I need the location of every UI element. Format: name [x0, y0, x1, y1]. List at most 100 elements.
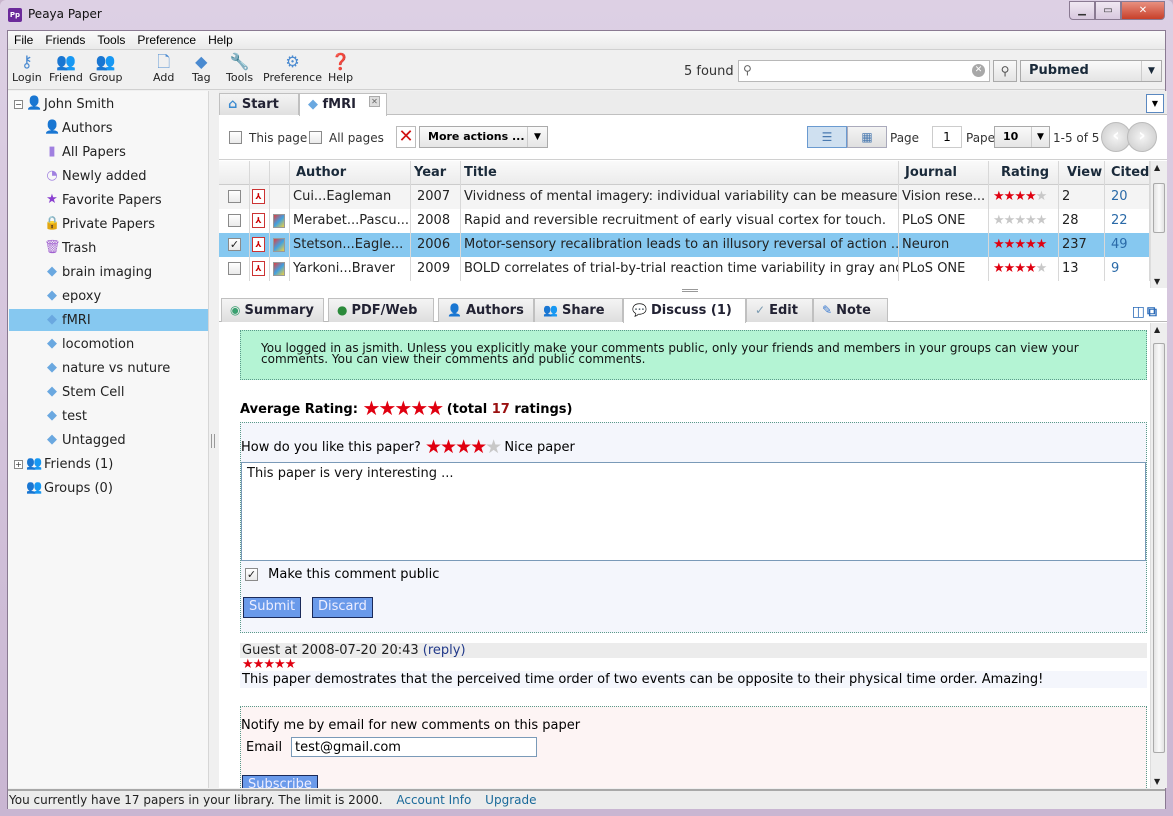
expand-toggle[interactable]: +	[14, 460, 23, 469]
sidebar-item-epoxy[interactable]: ◆ epoxy	[44, 285, 101, 307]
sidebar-item-authors[interactable]: 👤 Authors	[44, 117, 113, 139]
grid-view-button[interactable]: ▦	[847, 126, 887, 148]
upgrade-link[interactable]: Upgrade	[485, 793, 536, 807]
scroll-down-icon[interactable]: ▼	[1154, 777, 1160, 786]
tab-start[interactable]: ⌂ Start	[219, 93, 299, 115]
per-page-select[interactable]: 10 ▼	[994, 126, 1050, 148]
cell-cited[interactable]: 22	[1105, 209, 1150, 233]
all-pages-checkbox[interactable]	[309, 131, 322, 144]
discard-button[interactable]: Discard	[312, 597, 373, 618]
cell-cited[interactable]: 9	[1105, 257, 1150, 281]
cell-rating[interactable]: ★★★★★	[989, 233, 1059, 257]
search-input[interactable]: ⚲ ✕	[738, 60, 990, 82]
submit-button[interactable]: Submit	[243, 597, 302, 618]
row-checkbox[interactable]	[228, 214, 241, 227]
column-year[interactable]: Year	[411, 161, 461, 185]
menu-file[interactable]: File	[8, 31, 39, 49]
tree-groups[interactable]: 👥 Groups (0)	[26, 477, 113, 499]
menu-friends[interactable]: Friends	[39, 31, 91, 49]
sidebar-item-favorite-papers[interactable]: ★ Favorite Papers	[44, 189, 162, 211]
row-checkbox[interactable]	[228, 190, 241, 203]
cell-rating[interactable]: ★★★★★	[989, 257, 1059, 281]
sidebar-item-locomotion[interactable]: ◆ locomotion	[44, 333, 134, 355]
sidebar-item-private-papers[interactable]: 🔒 Private Papers	[44, 213, 155, 235]
cell-rating[interactable]: ★★★★★	[989, 209, 1059, 233]
tab-list-dropdown[interactable]: ▼	[1146, 94, 1164, 113]
scrollbar-thumb[interactable]	[1153, 343, 1165, 753]
comment-textarea[interactable]: This paper is very interesting ...	[241, 462, 1146, 561]
preference-button[interactable]: ⚙ Preference	[263, 53, 322, 85]
pdf-icon[interactable]: ⅄	[252, 261, 265, 276]
sidebar-item-fmri[interactable]: ◆ fMRI	[9, 309, 208, 331]
sidebar-item-nature-vs-nuture[interactable]: ◆ nature vs nuture	[44, 357, 170, 379]
tree-user[interactable]: 👤 John Smith	[26, 93, 114, 115]
cell-cited[interactable]: 20	[1105, 185, 1150, 209]
sidebar-item-untagged[interactable]: ◆ Untagged	[44, 429, 126, 451]
next-page-button[interactable]: ›	[1127, 122, 1157, 152]
delete-button[interactable]: ✕	[396, 126, 416, 148]
scroll-up-icon[interactable]: ▲	[1154, 163, 1160, 172]
search-button[interactable]: ⚲	[993, 60, 1017, 82]
maximize-button[interactable]: ▭	[1095, 1, 1121, 20]
pdf-icon[interactable]: ⅄	[252, 237, 265, 252]
popout-icon[interactable]: ⧉	[1147, 304, 1159, 320]
close-tab-icon[interactable]: ✕	[369, 96, 380, 107]
tab-summary[interactable]: ◉ Summary	[221, 298, 324, 322]
menu-help[interactable]: Help	[202, 31, 239, 49]
scrollbar-thumb[interactable]	[1153, 183, 1165, 233]
web-page-icon[interactable]	[273, 261, 285, 276]
table-row[interactable]: ⅄ Yarkoni...Braver 2009 BOLD correlates of …	[219, 257, 1150, 281]
scroll-up-icon[interactable]: ▲	[1154, 325, 1160, 334]
scroll-down-icon[interactable]: ▼	[1154, 277, 1160, 286]
split-view-icon[interactable]: ◫	[1132, 304, 1147, 320]
tools-button[interactable]: 🔧 Tools	[226, 53, 253, 85]
sidebar-item-test[interactable]: ◆ test	[44, 405, 87, 427]
discuss-scrollbar[interactable]: ▲ ▼	[1150, 323, 1167, 788]
column-rating[interactable]: Rating	[989, 161, 1059, 185]
subscribe-button[interactable]: Subscribe	[242, 775, 318, 788]
account-info-link[interactable]: Account Info	[396, 793, 471, 807]
menu-preference[interactable]: Preference	[131, 31, 202, 49]
make-public-checkbox[interactable]: ✓	[245, 568, 258, 581]
group-button[interactable]: 👥 Group	[89, 53, 123, 85]
add-button[interactable]: 🗋 Add	[153, 53, 174, 85]
row-checkbox[interactable]	[228, 262, 241, 275]
column-cited[interactable]: Cited	[1105, 161, 1150, 185]
tab-edit[interactable]: ✓ Edit	[746, 298, 813, 322]
more-actions-dropdown[interactable]: More actions ... ▼	[419, 126, 548, 148]
sidebar-item-all-papers[interactable]: ▮ All Papers	[44, 141, 125, 163]
tab-discuss[interactable]: 💬 Discuss (1)	[623, 298, 746, 323]
minimize-button[interactable]: ▁	[1069, 1, 1095, 20]
column-author[interactable]: Author	[290, 161, 411, 185]
menu-tools[interactable]: Tools	[91, 31, 131, 49]
list-view-button[interactable]: ☰	[807, 126, 847, 148]
this-page-checkbox[interactable]	[229, 131, 242, 144]
column-journal[interactable]: Journal	[899, 161, 989, 185]
table-row[interactable]: ✓ ⅄ Stetson...Eagle... 2006 Motor-sensory re…	[219, 233, 1150, 257]
friend-button[interactable]: 👥 Friend	[49, 53, 83, 85]
column-title[interactable]: Title	[461, 161, 899, 185]
cell-rating[interactable]: ★★★★★	[989, 185, 1059, 209]
pdf-icon[interactable]: ⅄	[252, 213, 265, 228]
tab-share[interactable]: 👥 Share	[534, 298, 623, 322]
row-checkbox[interactable]: ✓	[228, 238, 241, 251]
sidebar-item-brain-imaging[interactable]: ◆ brain imaging	[44, 261, 152, 283]
reply-link[interactable]: (reply)	[423, 643, 466, 658]
table-row[interactable]: ⅄ Cui...Eagleman 2007 Vividness of mental i…	[219, 185, 1150, 209]
table-row[interactable]: ⅄ Merabet...Pascu... 2008 Rapid and reversi…	[219, 209, 1150, 233]
table-scrollbar[interactable]: ▲ ▼	[1150, 161, 1167, 288]
cell-cited[interactable]: 49	[1105, 233, 1150, 257]
web-page-icon[interactable]	[273, 237, 285, 252]
sidebar-splitter[interactable]	[211, 434, 215, 448]
login-button[interactable]: ⚷ Login	[12, 53, 42, 85]
tab-authors[interactable]: 👤 Authors	[438, 298, 534, 322]
sidebar-item-newly-added[interactable]: ◔ Newly added	[44, 165, 146, 187]
tag-button[interactable]: ◆ Tag	[192, 53, 211, 85]
source-select[interactable]: Pubmed ▼	[1020, 60, 1162, 82]
pdf-icon[interactable]: ⅄	[252, 189, 265, 204]
tab-pdf-web[interactable]: ● PDF/Web	[328, 298, 434, 322]
close-button[interactable]: ✕	[1121, 1, 1165, 20]
collapse-toggle[interactable]: −	[14, 100, 23, 109]
column-view[interactable]: View	[1059, 161, 1105, 185]
web-page-icon[interactable]	[273, 213, 285, 228]
